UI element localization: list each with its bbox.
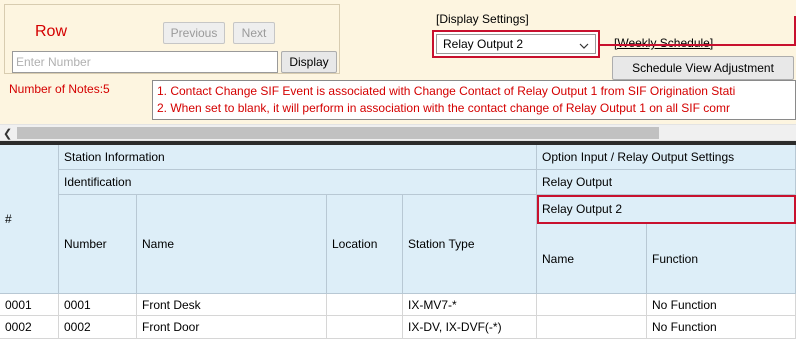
table-row-name[interactable]: Front Desk — [137, 294, 327, 316]
settings-panel: Row Previous Next Display [Display Setti… — [0, 0, 796, 124]
table-row-relay-name[interactable] — [537, 294, 647, 316]
table-row-station-type[interactable]: IX-DV, IX-DVF(-*) — [403, 316, 537, 339]
header-number: Number — [59, 195, 137, 294]
header-name: Name — [137, 195, 327, 294]
scroll-left-arrow-icon[interactable]: ❮ — [3, 127, 12, 140]
notes-count: Number of Notes:5 — [9, 82, 110, 96]
row-title: Row — [35, 23, 68, 40]
next-button[interactable]: Next — [233, 22, 275, 44]
header-location: Location — [327, 195, 403, 294]
station-grid: # Station Information Identification Num… — [0, 141, 796, 339]
table-row-location[interactable] — [327, 316, 403, 339]
display-settings-label: [Display Settings] — [436, 12, 529, 26]
schedule-view-adjustment-button[interactable]: Schedule View Adjustment — [612, 56, 794, 80]
table-row-station-type[interactable]: IX-MV7-* — [403, 294, 537, 316]
weekly-schedule-label: [Weekly Schedule] — [614, 36, 714, 50]
display-settings-select-highlight: Relay Output 2 — [432, 30, 600, 58]
horizontal-scrollbar[interactable]: ❮ — [0, 124, 796, 141]
display-settings-selected-value: Relay Output 2 — [443, 37, 524, 51]
header-station-information: Station Information — [59, 145, 537, 170]
header-hash: # — [0, 145, 59, 294]
header-station-type: Station Type — [403, 195, 537, 294]
note-line: 1. Contact Change SIF Event is associate… — [157, 84, 736, 98]
table-row-name[interactable]: Front Door — [137, 316, 327, 339]
table-row-relay-name[interactable] — [537, 316, 647, 339]
header-function: Function — [647, 224, 796, 294]
display-settings-select[interactable]: Relay Output 2 — [436, 34, 596, 54]
row-number-input[interactable] — [12, 51, 278, 73]
chevron-down-icon — [579, 43, 589, 49]
table-row-function[interactable]: No Function — [647, 294, 796, 316]
table-row-number[interactable]: 0002 — [59, 316, 137, 339]
notes-box: 1. Contact Change SIF Event is associate… — [152, 80, 796, 120]
table-row-id: 0002 — [0, 316, 59, 339]
row-navigation-group: Row Previous Next Display — [4, 4, 340, 74]
header-option-settings: Option Input / Relay Output Settings — [537, 145, 796, 170]
header-relay-output: Relay Output — [537, 170, 796, 195]
header-identification: Identification — [59, 170, 537, 195]
table-row-number[interactable]: 0001 — [59, 294, 137, 316]
highlight-connector-line — [600, 44, 796, 46]
header-relay-name: Name — [537, 224, 647, 294]
previous-button[interactable]: Previous — [163, 22, 225, 44]
scrollbar-thumb[interactable] — [17, 127, 659, 139]
display-button[interactable]: Display — [281, 51, 337, 73]
table-row-function[interactable]: No Function — [647, 316, 796, 339]
table-row-location[interactable] — [327, 294, 403, 316]
table-row-id: 0001 — [0, 294, 59, 316]
header-relay-output-2: Relay Output 2 — [537, 195, 796, 224]
note-line: 2. When set to blank, it will perform in… — [157, 101, 730, 115]
